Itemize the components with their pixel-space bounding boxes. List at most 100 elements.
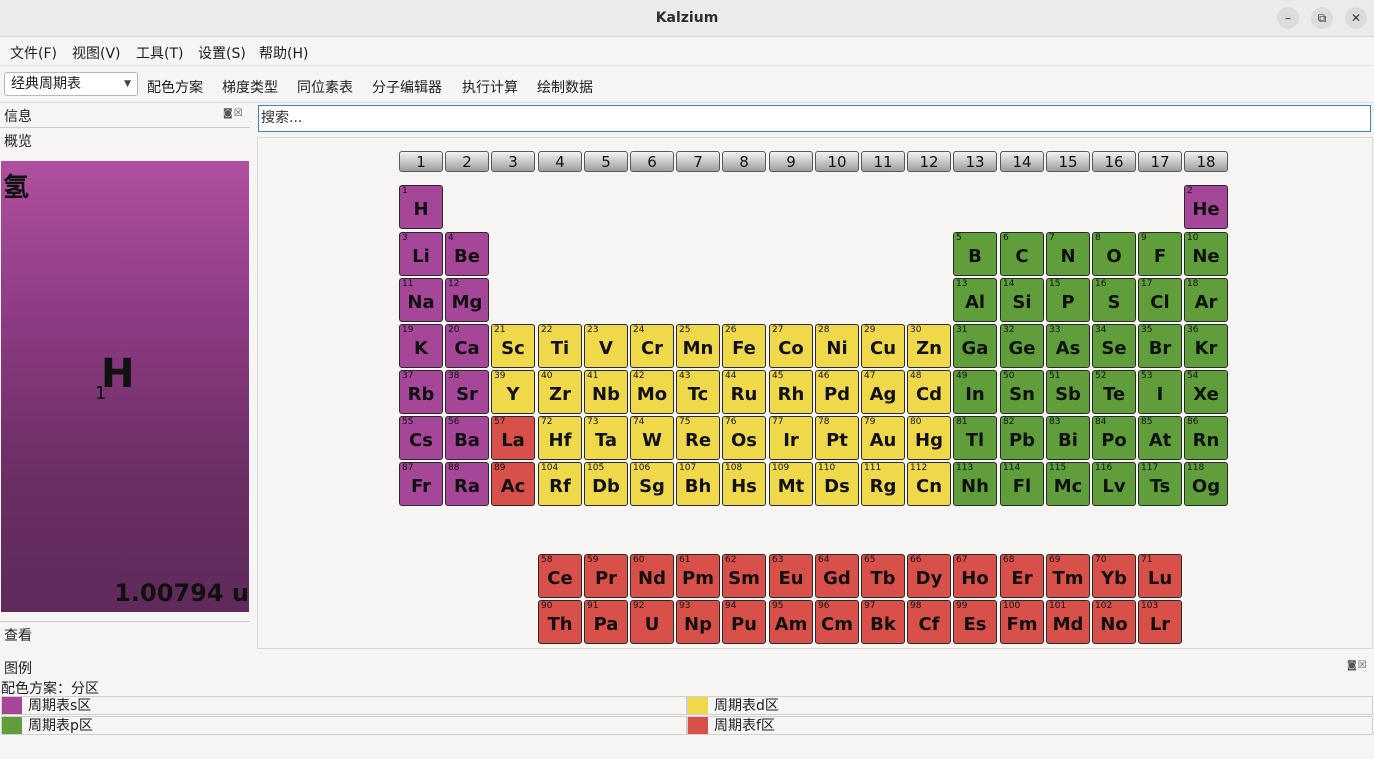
element-cell-o[interactable]: 8O <box>1092 232 1136 276</box>
close-icon[interactable]: ✕ <box>1345 7 1367 29</box>
element-cell-tc[interactable]: 43 Tc <box>676 370 720 414</box>
group-header[interactable]: 11 <box>861 151 905 172</box>
group-header[interactable]: 4 <box>538 151 582 172</box>
element-cell-hg[interactable]: 80 Hg <box>907 416 951 460</box>
element-cell-ba[interactable]: 56 Ba <box>445 416 489 460</box>
element-cell-ge[interactable]: 32 Ge <box>1000 324 1044 368</box>
element-cell-at[interactable]: 85 At <box>1138 416 1182 460</box>
menu-settings[interactable]: 设置(S) <box>198 43 246 63</box>
element-cell-gd[interactable]: 64 Gd <box>815 554 859 598</box>
element-cell-rg[interactable]: 111 Rg <box>861 462 905 506</box>
element-cell-nd[interactable]: 60 Nd <box>630 554 674 598</box>
element-cell-mt[interactable]: 109 Mt <box>769 462 813 506</box>
isotope-table-button[interactable]: 同位素表 <box>297 77 353 97</box>
element-cell-mo[interactable]: 42 Mo <box>630 370 674 414</box>
element-cell-se[interactable]: 34 Se <box>1092 324 1136 368</box>
element-cell-s[interactable]: 16 S <box>1092 278 1136 322</box>
element-cell-am[interactable]: 95 Am <box>769 600 813 644</box>
element-cell-cr[interactable]: 24 Cr <box>630 324 674 368</box>
element-cell-n[interactable]: 7N <box>1046 232 1090 276</box>
element-cell-te[interactable]: 52 Te <box>1092 370 1136 414</box>
molecule-editor-button[interactable]: 分子编辑器 <box>372 77 442 97</box>
menu-tools[interactable]: 工具(T) <box>136 43 183 63</box>
group-header[interactable]: 14 <box>1000 151 1044 172</box>
element-cell-li[interactable]: 3 Li <box>399 232 443 276</box>
element-cell-na[interactable]: 11 Na <box>399 278 443 322</box>
element-cell-dy[interactable]: 66 Dy <box>907 554 951 598</box>
plot-data-button[interactable]: 绘制数据 <box>537 77 593 97</box>
element-cell-br[interactable]: 35 Br <box>1138 324 1182 368</box>
element-cell-po[interactable]: 84 Po <box>1092 416 1136 460</box>
element-cell-cl[interactable]: 17 Cl <box>1138 278 1182 322</box>
element-cell-c[interactable]: 6C <box>1000 232 1044 276</box>
element-cell-sb[interactable]: 51 Sb <box>1046 370 1090 414</box>
element-cell-ga[interactable]: 31 Ga <box>953 324 997 368</box>
element-cell-ru[interactable]: 44 Ru <box>722 370 766 414</box>
color-scheme-button[interactable]: 配色方案 <box>147 77 203 97</box>
element-cell-co[interactable]: 27 Co <box>769 324 813 368</box>
element-cell-pt[interactable]: 78 Pt <box>815 416 859 460</box>
legend-float-close-icons[interactable]: ◙☒ <box>1347 660 1368 671</box>
element-cell-sr[interactable]: 38 Sr <box>445 370 489 414</box>
element-cell-ce[interactable]: 58 Ce <box>538 554 582 598</box>
element-cell-re[interactable]: 75 Re <box>676 416 720 460</box>
element-cell-cm[interactable]: 96 Cm <box>815 600 859 644</box>
element-cell-rb[interactable]: 37 Rb <box>399 370 443 414</box>
element-cell-db[interactable]: 105 Db <box>584 462 628 506</box>
element-cell-cd[interactable]: 48 Cd <box>907 370 951 414</box>
group-header[interactable]: 3 <box>491 151 535 172</box>
element-cell-rf[interactable]: 104 Rf <box>538 462 582 506</box>
element-cell-tb[interactable]: 65 Tb <box>861 554 905 598</box>
element-cell-as[interactable]: 33 As <box>1046 324 1090 368</box>
element-cell-al[interactable]: 13 Al <box>953 278 997 322</box>
element-cell-ra[interactable]: 88 Ra <box>445 462 489 506</box>
group-header[interactable]: 5 <box>584 151 628 172</box>
element-cell-fm[interactable]: 100 Fm <box>1000 600 1044 644</box>
element-cell-p[interactable]: 15 P <box>1046 278 1090 322</box>
gradient-type-button[interactable]: 梯度类型 <box>222 77 278 97</box>
element-cell-bk[interactable]: 97 Bk <box>861 600 905 644</box>
group-header[interactable]: 2 <box>445 151 489 172</box>
element-cell-fr[interactable]: 87 Fr <box>399 462 443 506</box>
element-cell-pr[interactable]: 59 Pr <box>584 554 628 598</box>
element-cell-sn[interactable]: 50 Sn <box>1000 370 1044 414</box>
element-cell-pu[interactable]: 94 Pu <box>722 600 766 644</box>
element-cell-si[interactable]: 14 Si <box>1000 278 1044 322</box>
element-cell-lr[interactable]: 103 Lr <box>1138 600 1182 644</box>
dock-float-close-icons[interactable]: ◙☒ <box>223 108 244 119</box>
restore-icon[interactable]: ⧉ <box>1311 7 1333 29</box>
element-cell-zn[interactable]: 30 Zn <box>907 324 951 368</box>
element-cell-bh[interactable]: 107 Bh <box>676 462 720 506</box>
tab-overview[interactable]: 概览 <box>0 127 250 155</box>
element-cell-ti[interactable]: 22 Ti <box>538 324 582 368</box>
element-cell-hs[interactable]: 108 Hs <box>722 462 766 506</box>
minimize-icon[interactable]: – <box>1277 7 1299 29</box>
element-cell-sc[interactable]: 21 Sc <box>491 324 535 368</box>
element-cell-ca[interactable]: 20 Ca <box>445 324 489 368</box>
element-cell-zr[interactable]: 40 Zr <box>538 370 582 414</box>
element-cell-os[interactable]: 76 Os <box>722 416 766 460</box>
element-cell-ni[interactable]: 28 Ni <box>815 324 859 368</box>
element-cell-xe[interactable]: 54 Xe <box>1184 370 1228 414</box>
element-cell-mc[interactable]: 115 Mc <box>1046 462 1090 506</box>
element-cell-rh[interactable]: 45 Rh <box>769 370 813 414</box>
element-cell-cu[interactable]: 29 Cu <box>861 324 905 368</box>
element-cell-sg[interactable]: 106 Sg <box>630 462 674 506</box>
element-cell-cf[interactable]: 98 Cf <box>907 600 951 644</box>
search-input[interactable]: 搜索... <box>258 105 1371 132</box>
element-cell-nh[interactable]: 113 Nh <box>953 462 997 506</box>
element-cell-nb[interactable]: 41 Nb <box>584 370 628 414</box>
element-cell-w[interactable]: 74 W <box>630 416 674 460</box>
element-cell-ta[interactable]: 73 Ta <box>584 416 628 460</box>
group-header[interactable]: 15 <box>1046 151 1090 172</box>
group-header[interactable]: 16 <box>1092 151 1136 172</box>
element-cell-np[interactable]: 93 Np <box>676 600 720 644</box>
element-cell-ir[interactable]: 77 Ir <box>769 416 813 460</box>
group-header[interactable]: 9 <box>769 151 813 172</box>
group-header[interactable]: 13 <box>953 151 997 172</box>
element-cell-ac[interactable]: 89 Ac <box>491 462 535 506</box>
element-cell-ts[interactable]: 117 Ts <box>1138 462 1182 506</box>
element-cell-mg[interactable]: 12 Mg <box>445 278 489 322</box>
menu-view[interactable]: 视图(V) <box>72 43 121 63</box>
element-cell-pm[interactable]: 61 Pm <box>676 554 720 598</box>
